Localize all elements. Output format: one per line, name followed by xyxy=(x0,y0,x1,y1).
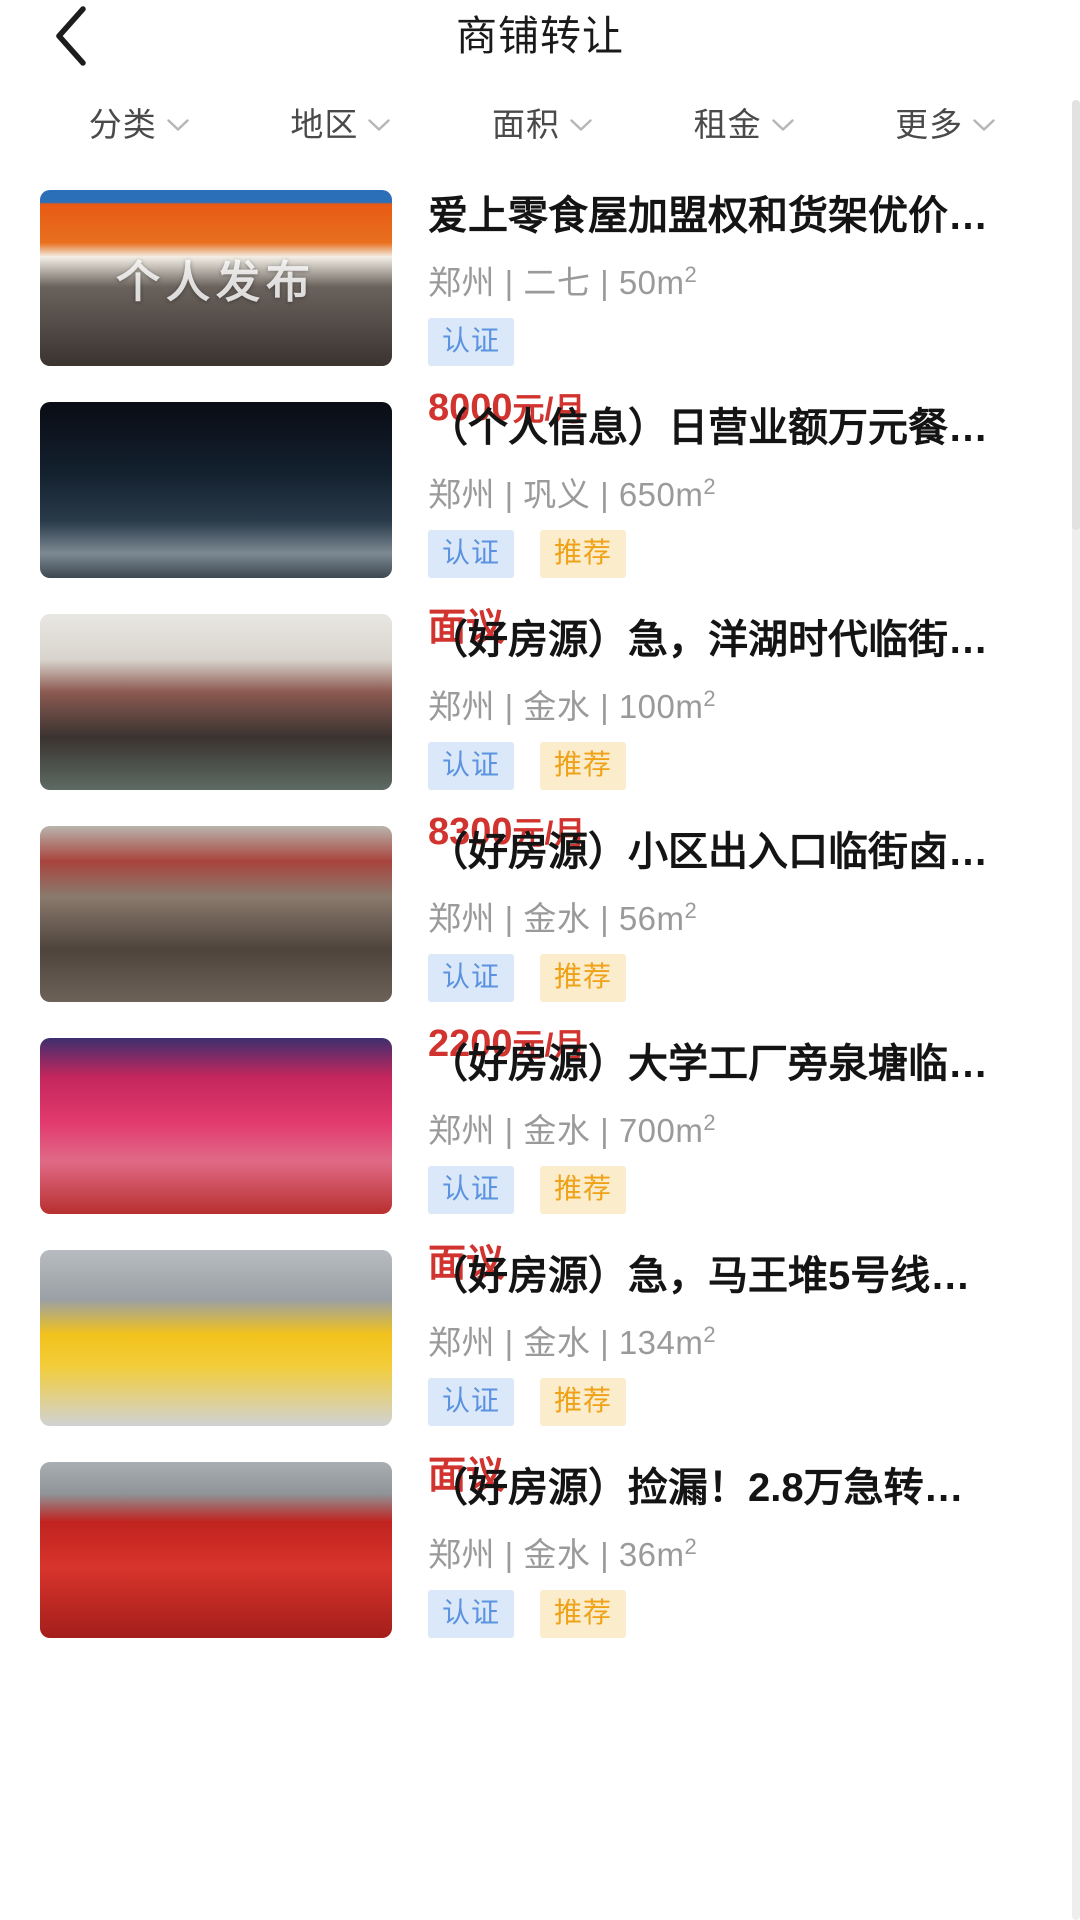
badge-recommended: 推荐 xyxy=(540,741,627,790)
chevron-down-icon xyxy=(570,118,592,132)
listing-badges: 认证 推荐 xyxy=(428,529,1050,578)
listing-title[interactable]: （好房源）急，马王堆5号线… xyxy=(428,1254,1050,1300)
listing-thumbnail xyxy=(40,1250,392,1426)
top-nav-bar: 商铺转让 xyxy=(0,0,1080,72)
listing-meta: 郑州 | 巩义 | 650m2 xyxy=(428,473,717,513)
listing-thumbnail xyxy=(40,1038,392,1214)
thumbnail-image xyxy=(40,1462,392,1638)
filter-more[interactable]: 更多 xyxy=(844,98,1046,146)
listing-card[interactable]: （好房源）急，洋湖时代临街… 郑州 | 金水 | 100m2 认证 推荐 8300元/月 xyxy=(0,596,1080,853)
badge-verified: 认证 xyxy=(428,1589,515,1638)
listing-card[interactable]: （好房源）小区出入口临街卤… 郑州 | 金水 | 56m2 认证 推荐 2200元/月 xyxy=(0,808,1080,1065)
thumbnail-image xyxy=(40,1038,392,1214)
area-unit-superscript: 2 xyxy=(684,1533,698,1559)
listing-badges: 认证 推荐 xyxy=(428,1377,1050,1426)
listing-title[interactable]: （好房源）急，洋湖时代临街… xyxy=(428,618,1050,664)
listing-info: 爱上零食屋加盟权和货架优价… 郑州 | 二七 | 50m2 认证 8000元/月 xyxy=(392,190,1050,430)
area-unit-superscript: 2 xyxy=(703,1321,717,1347)
area-unit-superscript: 2 xyxy=(703,1109,717,1135)
listing-list[interactable]: 个人发布 爱上零食屋加盟权和货架优价… 郑州 | 二七 | 50m2 认证 8000元/… xyxy=(0,172,1080,1920)
badge-recommended: 推荐 xyxy=(540,1377,627,1426)
thumbnail-image xyxy=(40,614,392,790)
filter-category-label: 分类 xyxy=(88,106,157,143)
thumbnail-image xyxy=(40,190,392,366)
area-unit-superscript: 2 xyxy=(703,473,717,499)
listing-badges: 认证 推荐 xyxy=(428,741,1050,790)
listing-title[interactable]: 爱上零食屋加盟权和货架优价… xyxy=(428,194,1050,240)
listing-info: （好房源）急，洋湖时代临街… 郑州 | 金水 | 100m2 认证 推荐 8300元/月 xyxy=(392,614,1050,854)
filter-bar: 分类 地区 面积 租金 更多 xyxy=(0,72,1080,172)
listing-thumbnail xyxy=(40,826,392,1002)
listing-thumbnail: 个人发布 xyxy=(40,190,392,366)
listing-badges: 认证 xyxy=(428,317,1050,366)
listing-card[interactable]: （好房源）急，马王堆5号线… 郑州 | 金水 | 134m2 认证 推荐 面议 xyxy=(0,1232,1080,1497)
filter-region[interactable]: 地区 xyxy=(240,98,442,146)
chevron-down-icon xyxy=(771,118,794,132)
listing-card[interactable]: （好房源）大学工厂旁泉塘临… 郑州 | 金水 | 700m2 认证 推荐 面议 xyxy=(0,1020,1080,1285)
listing-badges: 认证 推荐 xyxy=(428,953,1050,1002)
filter-rent-label: 租金 xyxy=(693,106,762,143)
back-button[interactable] xyxy=(34,0,108,72)
listing-badges: 认证 推荐 xyxy=(428,1589,1050,1638)
scrollbar-thumb[interactable] xyxy=(1072,100,1080,530)
listing-info: （好房源）小区出入口临街卤… 郑州 | 金水 | 56m2 认证 推荐 2200元/月 xyxy=(392,826,1050,1066)
chevron-down-icon xyxy=(973,118,995,132)
badge-verified: 认证 xyxy=(428,1165,515,1214)
badge-verified: 认证 xyxy=(428,953,515,1002)
badge-recommended: 推荐 xyxy=(540,529,627,578)
listing-info: （好房源）捡漏！2.8万急转… 郑州 | 金水 | 36m2 认证 推荐 xyxy=(392,1462,1050,1638)
badge-recommended: 推荐 xyxy=(540,953,627,1002)
filter-area[interactable]: 面积 xyxy=(441,98,643,146)
listing-title[interactable]: （好房源）大学工厂旁泉塘临… xyxy=(428,1042,1050,1088)
chevron-down-icon xyxy=(368,118,391,132)
filter-rent[interactable]: 租金 xyxy=(643,98,845,146)
area-unit-superscript: 2 xyxy=(684,261,698,287)
listing-meta: 郑州 | 金水 | 56m2 xyxy=(428,897,698,937)
listing-thumbnail xyxy=(40,614,392,790)
thumbnail-image xyxy=(40,1250,392,1426)
filter-more-label: 更多 xyxy=(895,106,964,143)
vertical-scrollbar[interactable] xyxy=(1072,100,1080,1920)
chevron-left-icon xyxy=(51,5,91,67)
listing-title[interactable]: （好房源）捡漏！2.8万急转… xyxy=(428,1466,1050,1512)
chevron-down-icon xyxy=(167,118,189,132)
listing-meta: 郑州 | 金水 | 100m2 xyxy=(428,685,717,725)
badge-verified: 认证 xyxy=(428,1377,515,1426)
listing-meta: 郑州 | 金水 | 36m2 xyxy=(428,1533,698,1573)
listing-title[interactable]: （个人信息）日营业额万元餐… xyxy=(428,406,1050,452)
filter-category[interactable]: 分类 xyxy=(38,98,240,146)
listing-meta: 郑州 | 二七 | 50m2 xyxy=(428,261,698,301)
listing-card[interactable]: （好房源）捡漏！2.8万急转… 郑州 | 金水 | 36m2 认证 推荐 xyxy=(0,1444,1080,1656)
filter-area-label: 面积 xyxy=(491,106,560,143)
listing-title[interactable]: （好房源）小区出入口临街卤… xyxy=(428,830,1050,876)
badge-recommended: 推荐 xyxy=(540,1165,627,1214)
area-unit-superscript: 2 xyxy=(684,897,698,923)
listing-meta: 郑州 | 金水 | 700m2 xyxy=(428,1109,717,1149)
thumbnail-image xyxy=(40,402,392,578)
listing-thumbnail xyxy=(40,1462,392,1638)
listing-card[interactable]: 个人发布 爱上零食屋加盟权和货架优价… 郑州 | 二七 | 50m2 认证 8000元/… xyxy=(0,172,1080,429)
badge-verified: 认证 xyxy=(428,529,515,578)
page-title: 商铺转让 xyxy=(456,13,624,59)
filter-region-label: 地区 xyxy=(290,106,359,143)
listing-card[interactable]: （个人信息）日营业额万元餐… 郑州 | 巩义 | 650m2 认证 推荐 面议 xyxy=(0,384,1080,649)
badge-recommended: 推荐 xyxy=(540,1589,627,1638)
thumbnail-image xyxy=(40,826,392,1002)
listing-thumbnail xyxy=(40,402,392,578)
area-unit-superscript: 2 xyxy=(703,685,717,711)
listing-meta: 郑州 | 金水 | 134m2 xyxy=(428,1321,717,1361)
listing-badges: 认证 推荐 xyxy=(428,1165,1050,1214)
badge-verified: 认证 xyxy=(428,741,515,790)
badge-verified: 认证 xyxy=(428,317,515,366)
